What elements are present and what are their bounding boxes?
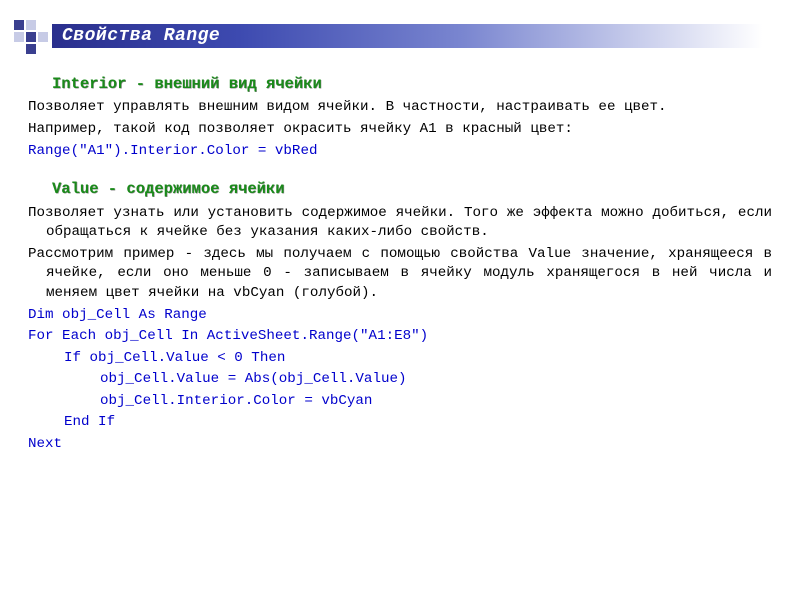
section1-title: Interior - внешний вид ячейки xyxy=(52,74,772,95)
code-line-1: Dim obj_Cell As Range xyxy=(28,306,772,326)
code-line-6: End If xyxy=(28,413,772,433)
section2-title: Value - содержимое ячейки xyxy=(52,179,772,200)
code-line-2: For Each obj_Cell In ActiveSheet.Range("… xyxy=(28,327,772,347)
section2-p2: Рассмотрим пример - здесь мы получаем с … xyxy=(28,245,772,304)
section1-p1: Позволяет управлять внешним видом ячейки… xyxy=(28,98,772,118)
section1-p2: Например, такой код позволяет окрасить я… xyxy=(28,120,772,140)
slide-title: Свойства Range xyxy=(62,24,220,48)
code-line-5: obj_Cell.Interior.Color = vbCyan xyxy=(28,392,772,412)
code-line-3: If obj_Cell.Value < 0 Then xyxy=(28,349,772,369)
slide-content: Interior - внешний вид ячейки Позволяет … xyxy=(0,56,800,455)
code-line-4: obj_Cell.Value = Abs(obj_Cell.Value) xyxy=(28,370,772,390)
slide-header: Свойства Range xyxy=(0,14,800,56)
section1-code: Range("A1").Interior.Color = vbRed xyxy=(28,142,772,162)
section2-p1: Позволяет узнать или установить содержим… xyxy=(28,204,772,243)
code-line-7: Next xyxy=(28,435,772,455)
